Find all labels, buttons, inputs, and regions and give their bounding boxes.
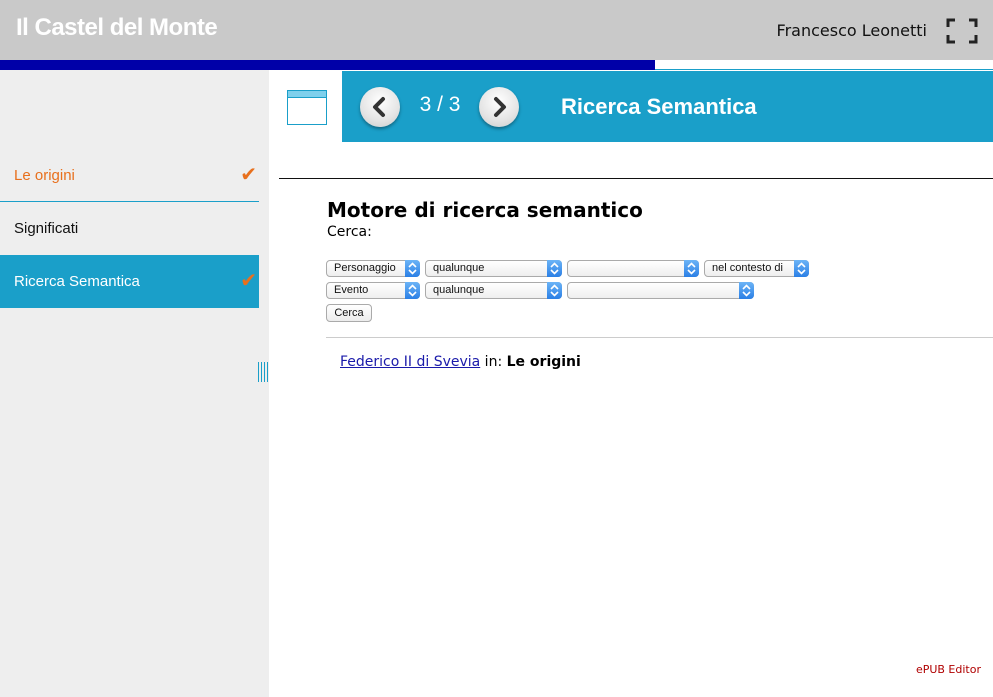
page-title: Motore di ricerca semantico: [327, 198, 643, 222]
select-arrows-icon: [739, 282, 754, 299]
sidebar-item-label: Le origini: [14, 167, 75, 184]
select-arrows-icon: [405, 282, 420, 299]
next-page-button[interactable]: [479, 87, 519, 127]
reading-progress-fill: [0, 60, 656, 70]
search-button[interactable]: Cerca: [326, 304, 372, 322]
chevron-left-icon: [373, 97, 385, 117]
row2-type-select[interactable]: Evento: [326, 282, 420, 299]
results-divider: [326, 337, 993, 338]
row1-relation-select[interactable]: [567, 260, 699, 277]
row2-relation-select[interactable]: [567, 282, 754, 299]
select-arrows-icon: [794, 260, 809, 277]
row1-context-select[interactable]: nel contesto di: [704, 260, 809, 277]
checkmark-icon: ✔: [240, 270, 257, 292]
sidebar-resize-handle[interactable]: [258, 362, 269, 382]
sidebar-item-label: Significati: [14, 220, 79, 237]
footer-credit: ePUB Editor: [915, 663, 981, 676]
sidebar-item-le-origini[interactable]: Le origini ✔: [0, 149, 259, 202]
sidebar-item-label: Ricerca Semantica: [14, 273, 140, 290]
select-arrows-icon: [547, 260, 562, 277]
row2-value-select[interactable]: qualunque: [425, 282, 562, 299]
row1-type-select[interactable]: Personaggio: [326, 260, 420, 277]
select-value: qualunque: [433, 262, 485, 274]
result-link[interactable]: Federico II di Svevia: [340, 354, 480, 370]
app-title: Il Castel del Monte: [16, 14, 218, 41]
fullscreen-icon[interactable]: [946, 18, 978, 44]
sidebar-item-significati[interactable]: Significati: [0, 202, 259, 255]
chevron-right-icon: [494, 97, 506, 117]
result-in-label: in:: [480, 354, 507, 370]
user-name: Francesco Leonetti: [776, 21, 927, 40]
checkmark-icon: ✔: [240, 164, 257, 186]
row1-value-select[interactable]: qualunque: [425, 260, 562, 277]
prev-page-button[interactable]: [360, 87, 400, 127]
select-value: Personaggio: [334, 262, 396, 274]
search-label: Cerca:: [327, 224, 372, 240]
result-location: Le origini: [506, 354, 581, 370]
select-value: nel contesto di: [712, 262, 783, 274]
select-arrows-icon: [405, 260, 420, 277]
reading-progress-bar: [0, 60, 993, 70]
search-result: Federico II di Svevia in: Le origini: [340, 354, 581, 370]
sidebar-item-ricerca-semantica[interactable]: Ricerca Semantica ✔: [0, 255, 259, 308]
content-divider: [279, 178, 993, 179]
select-value: qualunque: [433, 284, 485, 296]
window-icon[interactable]: [287, 90, 327, 125]
page-counter: 3 / 3: [419, 93, 461, 116]
select-arrows-icon: [684, 260, 699, 277]
select-value: Evento: [334, 284, 369, 296]
select-arrows-icon: [547, 282, 562, 299]
app-header: Il Castel del Monte Francesco Leonetti: [0, 0, 993, 60]
sidebar: Le origini ✔ Significati Ricerca Semanti…: [0, 70, 269, 697]
section-title: Ricerca Semantica: [561, 94, 757, 119]
